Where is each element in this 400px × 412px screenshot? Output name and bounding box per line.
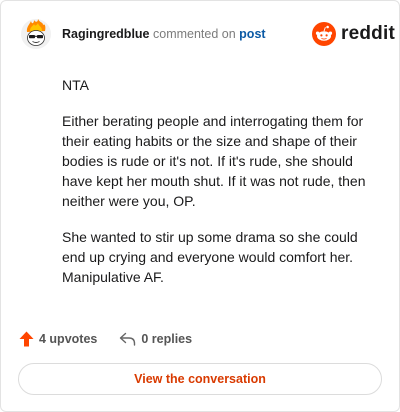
comment-header: Ragingredblue commented on post [62, 27, 266, 41]
reply-arrow-icon [120, 332, 136, 346]
action-text: commented on [153, 27, 236, 41]
reddit-logo[interactable]: reddit [312, 22, 395, 46]
reply-label: 0 replies [141, 332, 193, 346]
view-conversation-button[interactable]: View the conversation [18, 363, 382, 395]
upvote-count[interactable]: 4 upvotes [19, 331, 97, 347]
comment-paragraph: She wanted to stir up some drama so she … [62, 229, 358, 285]
upvote-arrow-icon [19, 331, 34, 347]
post-link[interactable]: post [239, 27, 265, 41]
reddit-snoo-icon [312, 22, 336, 46]
comment-paragraph: Either berating people and interrogating… [62, 113, 366, 209]
comment-embed-card: Ragingredblue commented on post reddit N… [0, 0, 400, 412]
comment-body: NTA Either berating people and interroga… [62, 75, 380, 303]
comment-stats: 4 upvotes 0 replies [19, 331, 192, 347]
comment-paragraph: NTA [62, 77, 89, 93]
user-avatar[interactable] [21, 19, 51, 49]
username-link[interactable]: Ragingredblue [62, 27, 150, 41]
avatar-fire-icon [21, 19, 51, 49]
reddit-wordmark: reddit [341, 23, 395, 44]
upvote-label: 4 upvotes [39, 332, 98, 346]
reply-count[interactable]: 0 replies [119, 332, 192, 346]
